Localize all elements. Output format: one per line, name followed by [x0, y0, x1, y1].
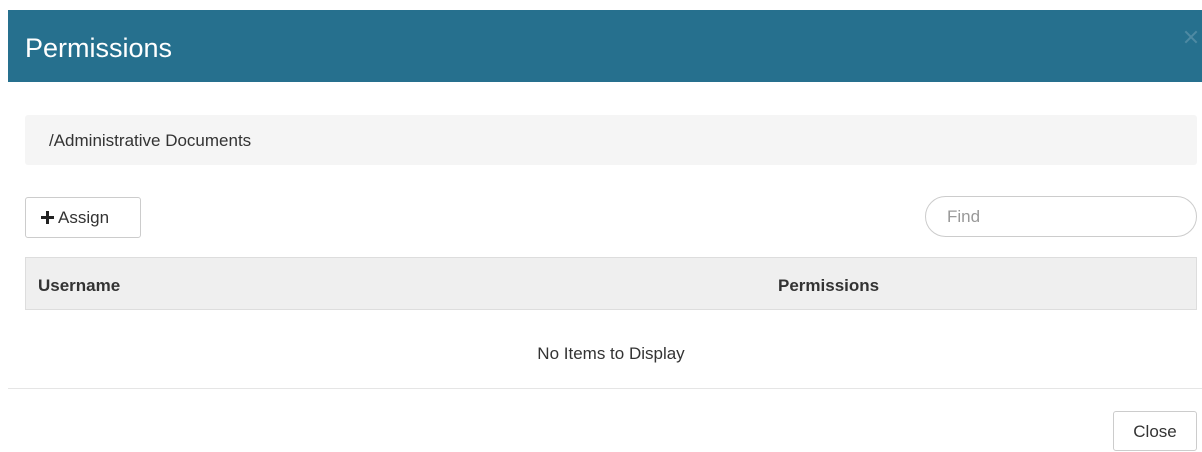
assign-button[interactable]: Assign: [25, 197, 141, 238]
assign-button-label: Assign: [58, 207, 110, 227]
column-header-username[interactable]: Username: [38, 258, 120, 313]
dialog-header: Permissions: [8, 10, 1202, 82]
permissions-dialog: Permissions /Administrative Documents As…: [0, 0, 1202, 451]
close-icon[interactable]: [1182, 28, 1200, 46]
plus-icon: [41, 211, 54, 224]
breadcrumb: /Administrative Documents: [25, 115, 1197, 165]
close-button[interactable]: Close: [1113, 411, 1197, 451]
dialog-title: Permissions: [25, 33, 173, 63]
table-header: Username Permissions: [25, 257, 1197, 310]
column-header-permissions[interactable]: Permissions: [778, 258, 879, 313]
empty-state-message: No Items to Display: [537, 344, 685, 363]
footer-divider: [8, 388, 1202, 389]
search-input[interactable]: [925, 196, 1197, 237]
